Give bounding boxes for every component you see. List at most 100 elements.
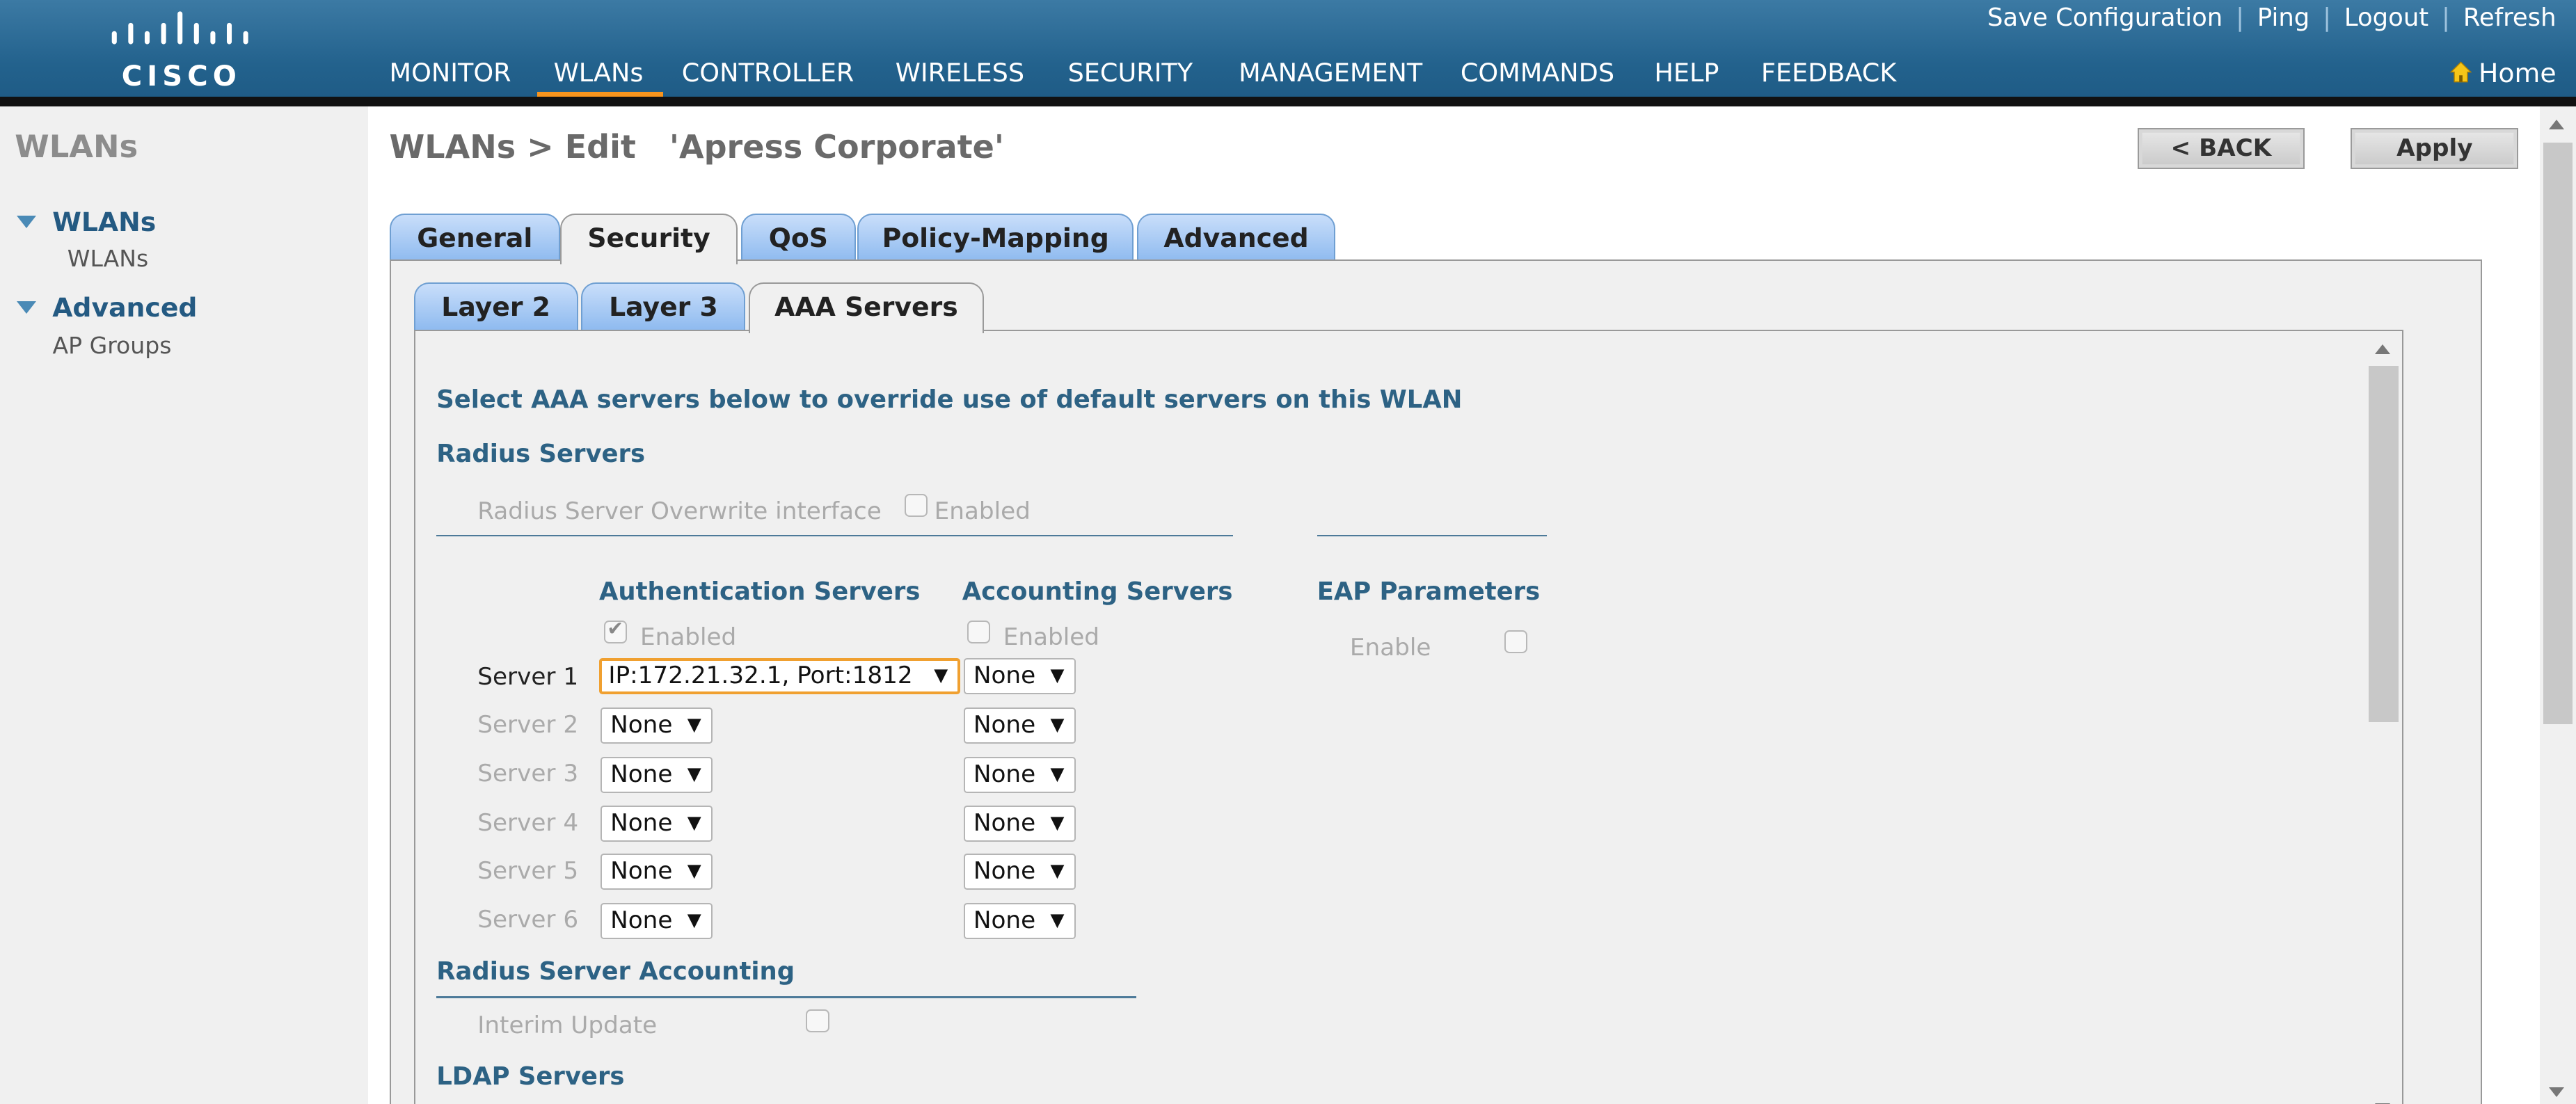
radius-accounting-heading: Radius Server Accounting	[436, 957, 795, 986]
nav-monitor[interactable]: MONITOR	[390, 58, 511, 88]
dropdown-arrow-icon: ▼	[687, 813, 701, 834]
acct-enabled-checkbox[interactable]	[967, 620, 990, 643]
auth-server-6-select[interactable]: None ▼	[601, 902, 713, 939]
home-link[interactable]: Home	[2449, 58, 2557, 88]
ldap-servers-heading: LDAP Servers	[436, 1062, 625, 1091]
aaa-servers-panel: Select AAA servers below to override use…	[413, 330, 2403, 1104]
header-divider	[0, 97, 2576, 107]
radius-servers-heading: Radius Servers	[436, 439, 646, 468]
tab-layer3[interactable]: Layer 3	[581, 282, 746, 332]
eap-enable-label: Enable	[1349, 633, 1431, 662]
acct-server-5-select[interactable]: None ▼	[964, 853, 1076, 890]
acct-servers-header: Accounting Servers	[962, 577, 1233, 607]
interim-update-checkbox[interactable]	[806, 1009, 829, 1033]
divider	[436, 996, 1136, 998]
dropdown-arrow-icon: ▼	[687, 909, 701, 931]
auth-server-4-select[interactable]: None ▼	[601, 806, 713, 842]
server-4-label: Server 4	[477, 809, 579, 838]
overwrite-interface-label: Radius Server Overwrite interface	[477, 497, 882, 525]
scroll-up-arrow-icon[interactable]	[2375, 344, 2391, 355]
sidebar-group-wlans[interactable]: WLANs	[16, 207, 156, 237]
page-scrollbar[interactable]	[2539, 106, 2576, 1104]
server-2-label: Server 2	[477, 710, 579, 739]
top-header: CISCO MONITOR WLANs CONTROLLER WIRELESS …	[0, 0, 2576, 107]
dropdown-arrow-icon: ▼	[1050, 664, 1065, 686]
server-5-label: Server 5	[477, 856, 579, 885]
dropdown-arrow-icon: ▼	[1050, 763, 1065, 785]
nav-security[interactable]: SECURITY	[1068, 58, 1193, 88]
auth-servers-header: Authentication Servers	[598, 577, 921, 607]
acct-enabled-label: Enabled	[1003, 623, 1100, 652]
nav-feedback[interactable]: FEEDBACK	[1761, 58, 1896, 88]
dropdown-arrow-icon: ▼	[687, 860, 701, 881]
sidebar: WLANs WLANs WLANs Advanced AP Groups	[0, 106, 368, 1104]
logo-text: CISCO	[121, 61, 241, 93]
overwrite-interface-checkbox[interactable]	[905, 493, 928, 517]
top-links: Save Configuration | Ping | Logout | Refresh	[1987, 3, 2557, 32]
home-label: Home	[2479, 57, 2557, 88]
nav-wireless[interactable]: WIRELESS	[896, 58, 1024, 88]
scroll-thumb[interactable]	[2369, 365, 2399, 723]
security-panel: Layer 2 Layer 3 AAA Servers Select AAA s…	[389, 259, 2483, 1104]
acct-server-4-select[interactable]: None ▼	[964, 806, 1076, 842]
auth-server-1-select[interactable]: IP:172.21.32.1, Port:1812 ▼	[598, 657, 961, 694]
server-6-label: Server 6	[477, 906, 579, 934]
acct-server-1-select[interactable]: None ▼	[964, 657, 1076, 694]
expand-triangle-icon	[16, 215, 36, 228]
main-content: WLANs > Edit 'Apress Corporate' < BACK A…	[367, 106, 2540, 1104]
dropdown-arrow-icon: ▼	[934, 664, 948, 686]
expand-triangle-icon	[16, 301, 36, 314]
page-title: WLANs > Edit 'Apress Corporate'	[389, 128, 1004, 166]
eap-parameters-header: EAP Parameters	[1317, 577, 1541, 607]
dropdown-arrow-icon: ▼	[1050, 909, 1065, 931]
scroll-down-arrow-icon[interactable]	[2549, 1087, 2565, 1097]
panel-scrollbar[interactable]	[2365, 331, 2402, 1104]
dropdown-arrow-icon: ▼	[1050, 714, 1065, 735]
nav-management[interactable]: MANAGEMENT	[1239, 58, 1422, 88]
auth-server-3-select[interactable]: None ▼	[601, 756, 713, 793]
dropdown-arrow-icon: ▼	[1050, 813, 1065, 834]
sidebar-item-ap-groups[interactable]: AP Groups	[53, 332, 172, 359]
scroll-up-arrow-icon[interactable]	[2549, 120, 2565, 130]
logout-link[interactable]: Logout	[2344, 3, 2428, 32]
tab-policy-mapping[interactable]: Policy-Mapping	[857, 213, 1134, 263]
ping-link[interactable]: Ping	[2257, 3, 2309, 32]
sidebar-group-advanced[interactable]: Advanced	[16, 292, 197, 323]
scroll-thumb[interactable]	[2543, 143, 2573, 725]
home-icon	[2449, 61, 2472, 83]
cisco-bars-icon	[111, 11, 248, 45]
divider	[436, 534, 1234, 537]
tab-security[interactable]: Security	[560, 213, 738, 265]
auth-server-2-select[interactable]: None ▼	[601, 707, 713, 744]
nav-commands[interactable]: COMMANDS	[1461, 58, 1614, 88]
interim-update-label: Interim Update	[477, 1011, 658, 1039]
auth-enabled-checkbox[interactable]	[604, 617, 628, 643]
nav-help[interactable]: HELP	[1654, 58, 1719, 88]
tab-advanced[interactable]: Advanced	[1136, 213, 1336, 263]
refresh-link[interactable]: Refresh	[2463, 3, 2557, 32]
server-1-label: Server 1	[477, 663, 579, 691]
sidebar-item-wlans[interactable]: WLANs	[67, 245, 148, 272]
dropdown-arrow-icon: ▼	[1050, 860, 1065, 881]
nav-wlans[interactable]: WLANs	[537, 58, 662, 101]
overwrite-enabled-label: Enabled	[934, 497, 1031, 525]
eap-enable-checkbox[interactable]	[1504, 630, 1527, 653]
tab-aaa-servers[interactable]: AAA Servers	[749, 282, 984, 333]
acct-server-6-select[interactable]: None ▼	[964, 902, 1076, 939]
auth-server-5-select[interactable]: None ▼	[601, 853, 713, 890]
apply-button[interactable]: Apply	[2351, 128, 2519, 170]
sidebar-title: WLANs	[15, 128, 138, 166]
back-button[interactable]: < BACK	[2137, 128, 2305, 170]
aaa-intro: Select AAA servers below to override use…	[436, 385, 1463, 415]
nav-controller[interactable]: CONTROLLER	[682, 58, 854, 88]
tab-layer2[interactable]: Layer 2	[413, 282, 578, 332]
tab-general[interactable]: General	[389, 213, 561, 263]
tab-qos[interactable]: QoS	[740, 213, 856, 263]
auth-enabled-label: Enabled	[640, 623, 737, 652]
divider	[1317, 534, 1548, 537]
acct-server-2-select[interactable]: None ▼	[964, 707, 1076, 744]
dropdown-arrow-icon: ▼	[687, 714, 701, 735]
dropdown-arrow-icon: ▼	[687, 763, 701, 785]
save-configuration-link[interactable]: Save Configuration	[1987, 3, 2223, 32]
acct-server-3-select[interactable]: None ▼	[964, 756, 1076, 793]
